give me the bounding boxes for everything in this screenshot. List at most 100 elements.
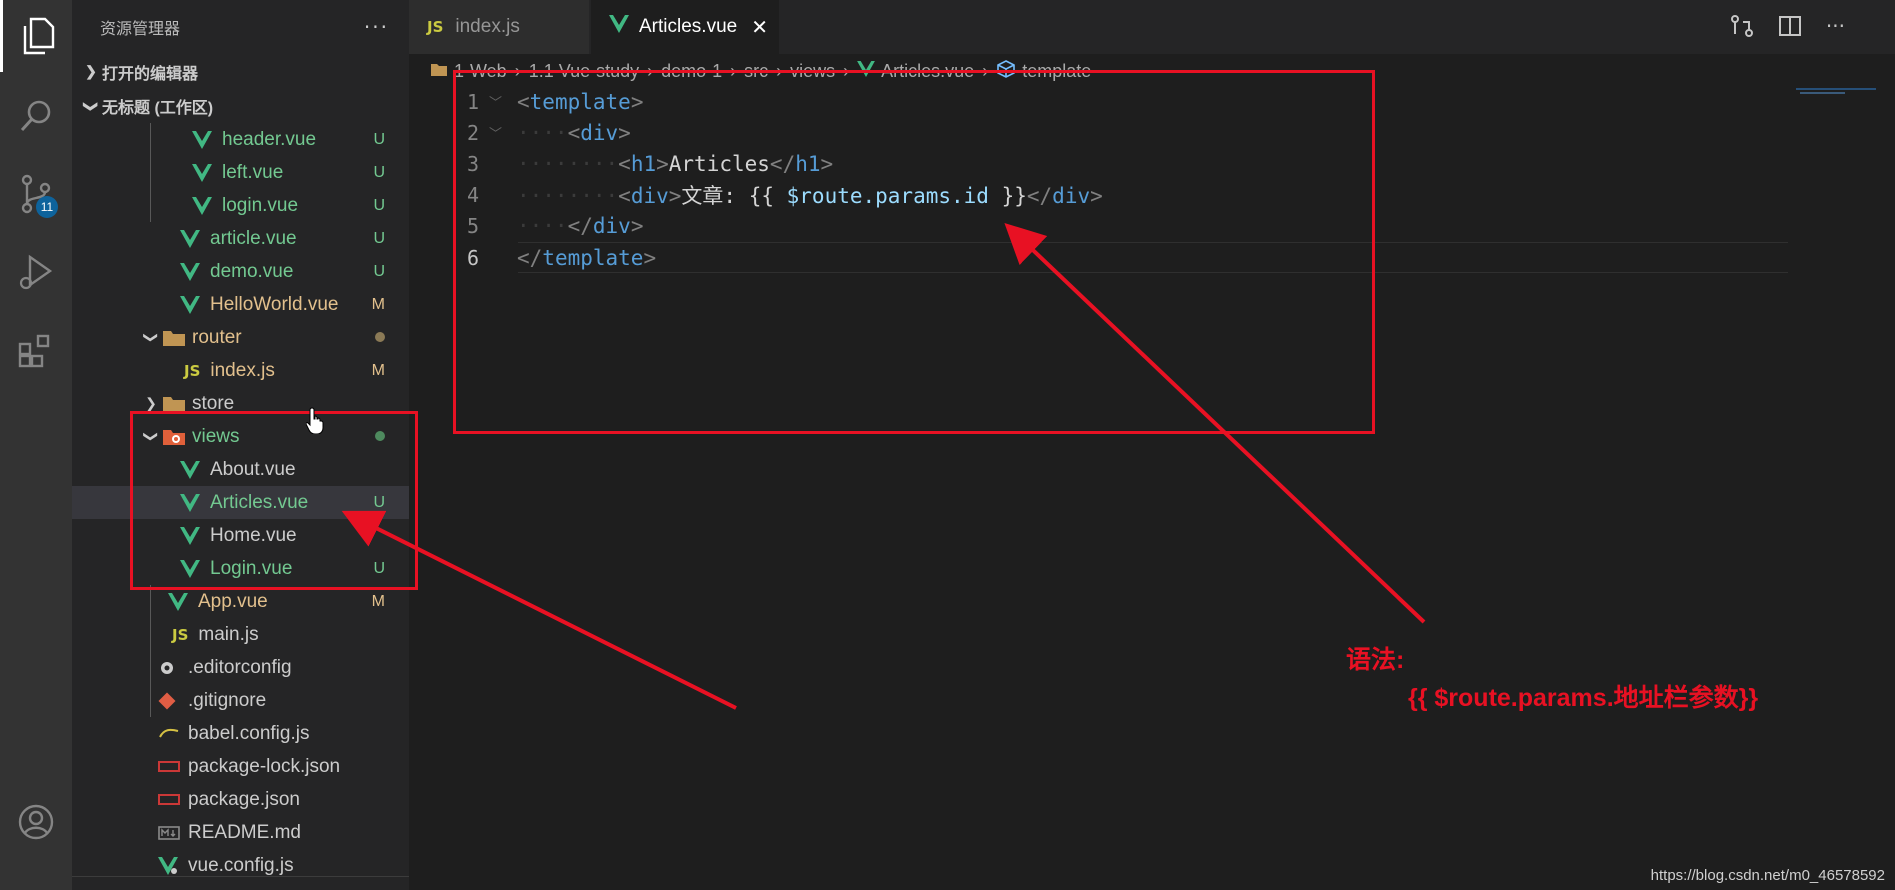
file-label: header.vue: [222, 128, 317, 150]
js-file-icon: JS: [172, 625, 189, 644]
file-label: left.vue: [222, 161, 284, 183]
list-item[interactable]: README.md: [72, 816, 409, 849]
file-label: babel.config.js: [188, 722, 310, 744]
list-item[interactable]: login.vue U: [72, 189, 409, 222]
annotation-code: {{ $route.params.地址栏参数}}: [1408, 684, 1759, 712]
mouse-cursor-icon: [305, 406, 326, 438]
watermark: https://blog.csdn.net/m0_46578592: [1650, 867, 1885, 884]
babel-icon: [158, 727, 188, 741]
js-file-icon: JS: [427, 18, 444, 36]
chevron-right-icon: ❯: [145, 395, 157, 411]
split-editor-icon[interactable]: [1778, 14, 1802, 42]
list-item[interactable]: left.vue U: [72, 156, 409, 189]
explorer-title: 资源管理器: [100, 21, 181, 38]
list-item[interactable]: .editorconfig: [72, 651, 409, 684]
list-item[interactable]: babel.config.js: [72, 717, 409, 750]
chevron-down-icon: ❯: [143, 331, 160, 344]
vue-file-icon: [168, 592, 198, 611]
vue-file-icon: [180, 229, 210, 248]
npm-icon: [158, 760, 188, 773]
list-item[interactable]: package.json: [72, 783, 409, 816]
extensions-icon[interactable]: [0, 314, 72, 386]
open-editors-label: 打开的编辑器: [102, 65, 199, 83]
git-status: U: [373, 163, 385, 181]
git-icon: [158, 692, 188, 710]
folder-label: router: [192, 326, 242, 348]
vue-file-icon: [180, 295, 210, 314]
explorer-icon[interactable]: [0, 0, 72, 72]
file-label: App.vue: [198, 590, 268, 612]
account-icon[interactable]: [0, 786, 72, 858]
file-label: login.vue: [222, 194, 299, 216]
file-label: article.vue: [210, 227, 297, 249]
more-actions-icon[interactable]: ···: [364, 15, 389, 39]
close-icon[interactable]: ✕: [751, 15, 768, 40]
modified-dot: [375, 329, 385, 347]
list-item[interactable]: header.vue U: [72, 123, 409, 156]
tab-index-js[interactable]: JS index.js: [409, 0, 589, 54]
file-label: .gitignore: [188, 689, 267, 711]
outline-section-edge: [72, 876, 409, 890]
source-control-icon[interactable]: 11: [0, 158, 72, 230]
list-item[interactable]: HelloWorld.vue M: [72, 288, 409, 321]
npm-icon: [158, 793, 188, 806]
annotation-code-box: [453, 70, 1375, 434]
more-actions-icon[interactable]: ···: [1826, 14, 1845, 42]
vue-file-icon: [192, 196, 222, 215]
folder-icon: [162, 395, 192, 413]
list-item[interactable]: JS main.js: [72, 618, 409, 651]
vue-file-icon: [609, 15, 629, 39]
file-label: .editorconfig: [188, 656, 292, 678]
tab-label: index.js: [455, 16, 520, 37]
vue-file-icon: [180, 262, 210, 281]
workspace-label: 无标题 (工作区): [102, 100, 214, 117]
file-label: package-lock.json: [188, 755, 341, 777]
folder-item-router[interactable]: ❯ router: [72, 321, 409, 354]
folder-icon: [430, 61, 448, 82]
git-status: U: [373, 130, 385, 148]
git-status: U: [373, 196, 385, 214]
file-label: README.md: [188, 821, 301, 843]
list-item[interactable]: article.vue U: [72, 222, 409, 255]
annotation-views-box: [130, 411, 418, 590]
git-status: M: [371, 592, 385, 610]
file-label: index.js: [210, 359, 275, 381]
open-changes-icon[interactable]: [1730, 14, 1754, 42]
git-status: M: [371, 295, 385, 313]
vue-file-icon: [192, 130, 222, 149]
minimap[interactable]: [1796, 88, 1876, 90]
tab-label: Articles.vue: [639, 16, 738, 37]
vue-file-icon: [192, 163, 222, 182]
tab-bar: JS index.js Articles.vue ✕ ···: [409, 0, 1895, 54]
js-file-icon: JS: [184, 361, 201, 380]
folder-icon: [162, 329, 192, 347]
list-item[interactable]: package-lock.json: [72, 750, 409, 783]
git-status: U: [373, 229, 385, 247]
file-label: package.json: [188, 788, 300, 810]
chevron-down-icon: ❯: [83, 100, 100, 112]
file-label: vue.config.js: [188, 854, 294, 876]
list-item[interactable]: JS index.js M: [72, 354, 409, 387]
tab-articles-vue[interactable]: Articles.vue ✕: [591, 0, 779, 54]
run-debug-icon[interactable]: [0, 236, 72, 308]
list-item[interactable]: .gitignore: [72, 684, 409, 717]
git-status: U: [373, 262, 385, 280]
explorer-header: 资源管理器 ···: [72, 0, 409, 54]
vue-config-icon: [158, 856, 188, 875]
chevron-right-icon: ❯: [85, 63, 97, 79]
minimap[interactable]: [1800, 92, 1845, 94]
markdown-icon: [158, 825, 188, 840]
annotation-title: 语法:: [1346, 646, 1405, 674]
source-control-badge: 11: [36, 196, 58, 218]
list-item[interactable]: demo.vue U: [72, 255, 409, 288]
open-editors-section[interactable]: ❯ 打开的编辑器: [72, 54, 409, 89]
gear-icon: [158, 659, 188, 677]
editor-actions: ···: [1730, 14, 1845, 42]
activity-bar: 11: [0, 0, 72, 890]
file-label: main.js: [198, 623, 259, 645]
workspace-section[interactable]: ❯ 无标题 (工作区): [72, 89, 409, 123]
search-icon[interactable]: [0, 80, 72, 152]
file-label: HelloWorld.vue: [210, 293, 339, 315]
git-status: M: [371, 361, 385, 379]
file-label: demo.vue: [210, 260, 294, 282]
